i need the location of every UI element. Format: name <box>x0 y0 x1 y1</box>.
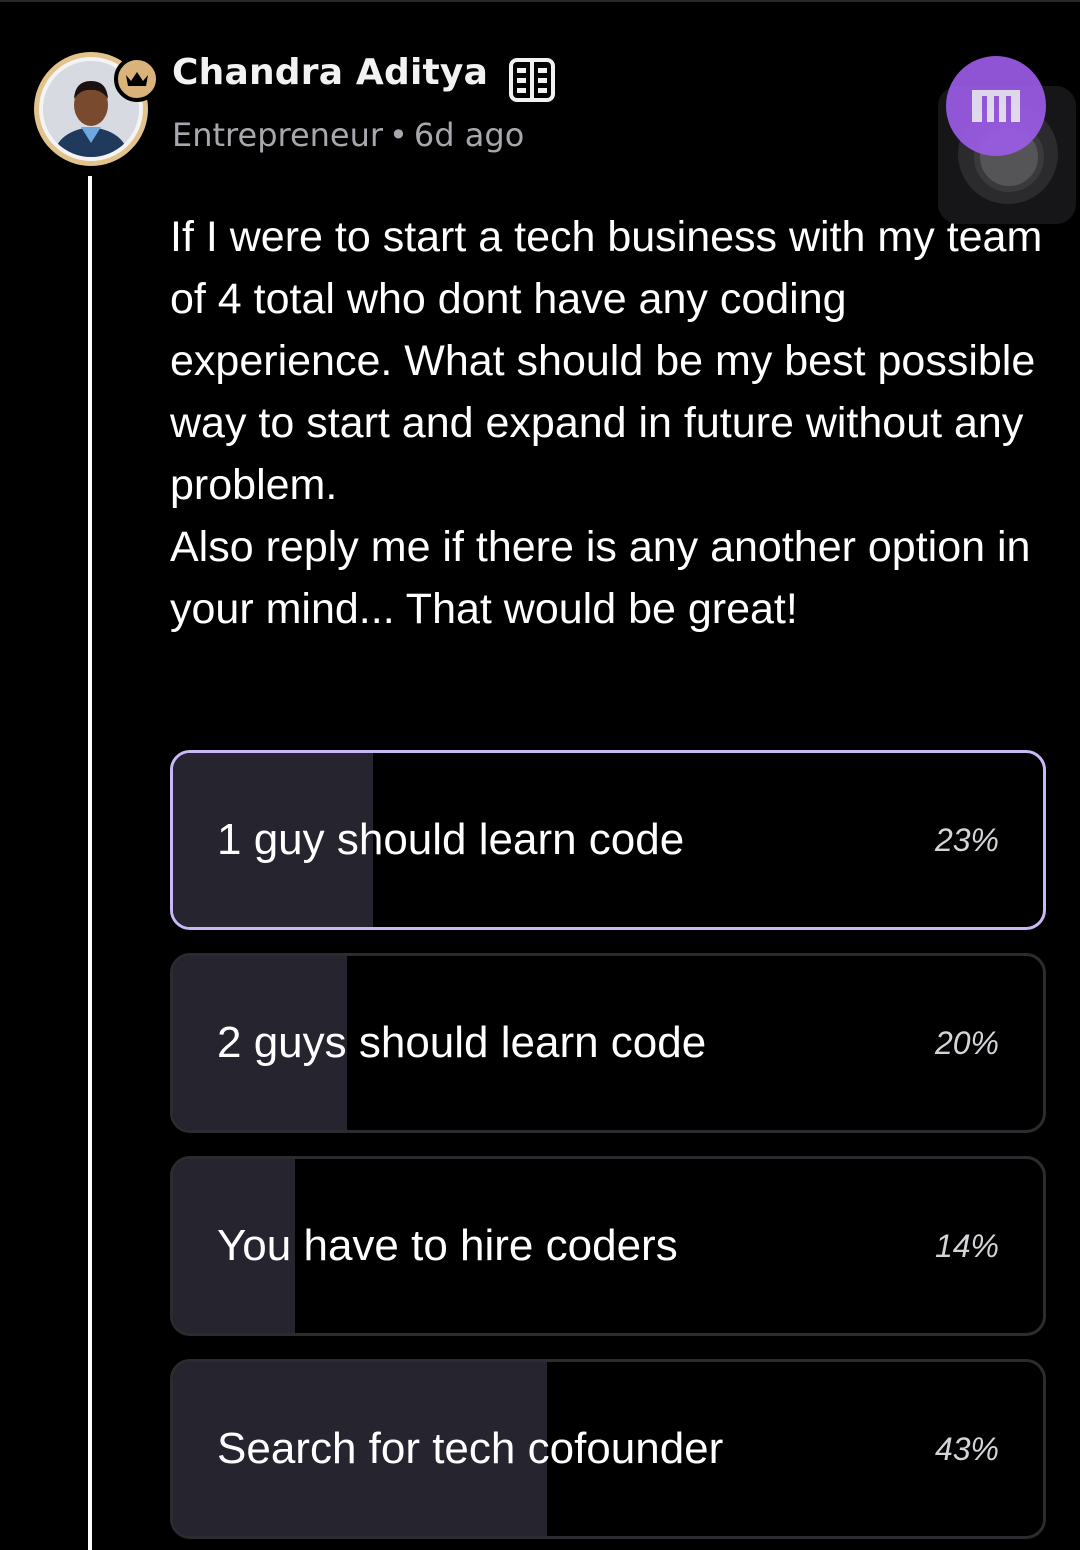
poll-option-percent: 20% <box>934 1024 999 1061</box>
poll-option[interactable]: Search for tech cofounder 43% <box>170 1359 1046 1539</box>
poll-option-percent: 14% <box>934 1227 999 1264</box>
app-logo-icon[interactable] <box>946 56 1046 156</box>
poll-option[interactable]: You have to hire coders 14% <box>170 1156 1046 1336</box>
author-meta: Entrepreneur • 6d ago <box>172 116 524 154</box>
thread-line <box>88 176 92 1550</box>
poll-option[interactable]: 1 guy should learn code 23% <box>170 750 1046 930</box>
poll-option-percent: 43% <box>934 1430 999 1467</box>
poll-option-label: 2 guys should learn code <box>217 1018 707 1067</box>
post-time: 6d ago <box>413 116 525 154</box>
poll-option-label: 1 guy should learn code <box>217 815 685 864</box>
poll: 1 guy should learn code 23% 2 guys shoul… <box>170 750 1046 1550</box>
crown-icon <box>114 56 160 102</box>
post-body: If I were to start a tech business with … <box>170 213 1043 633</box>
building-icon <box>508 56 556 104</box>
author-role: Entrepreneur <box>172 116 384 154</box>
poll-option-label: Search for tech cofounder <box>217 1424 724 1473</box>
meta-separator: • <box>389 116 408 154</box>
poll-option[interactable]: 2 guys should learn code 20% <box>170 953 1046 1133</box>
author-name[interactable]: Chandra Aditya <box>172 52 488 93</box>
poll-option-label: You have to hire coders <box>217 1221 678 1270</box>
top-divider <box>0 0 1080 2</box>
poll-option-percent: 23% <box>934 821 999 858</box>
